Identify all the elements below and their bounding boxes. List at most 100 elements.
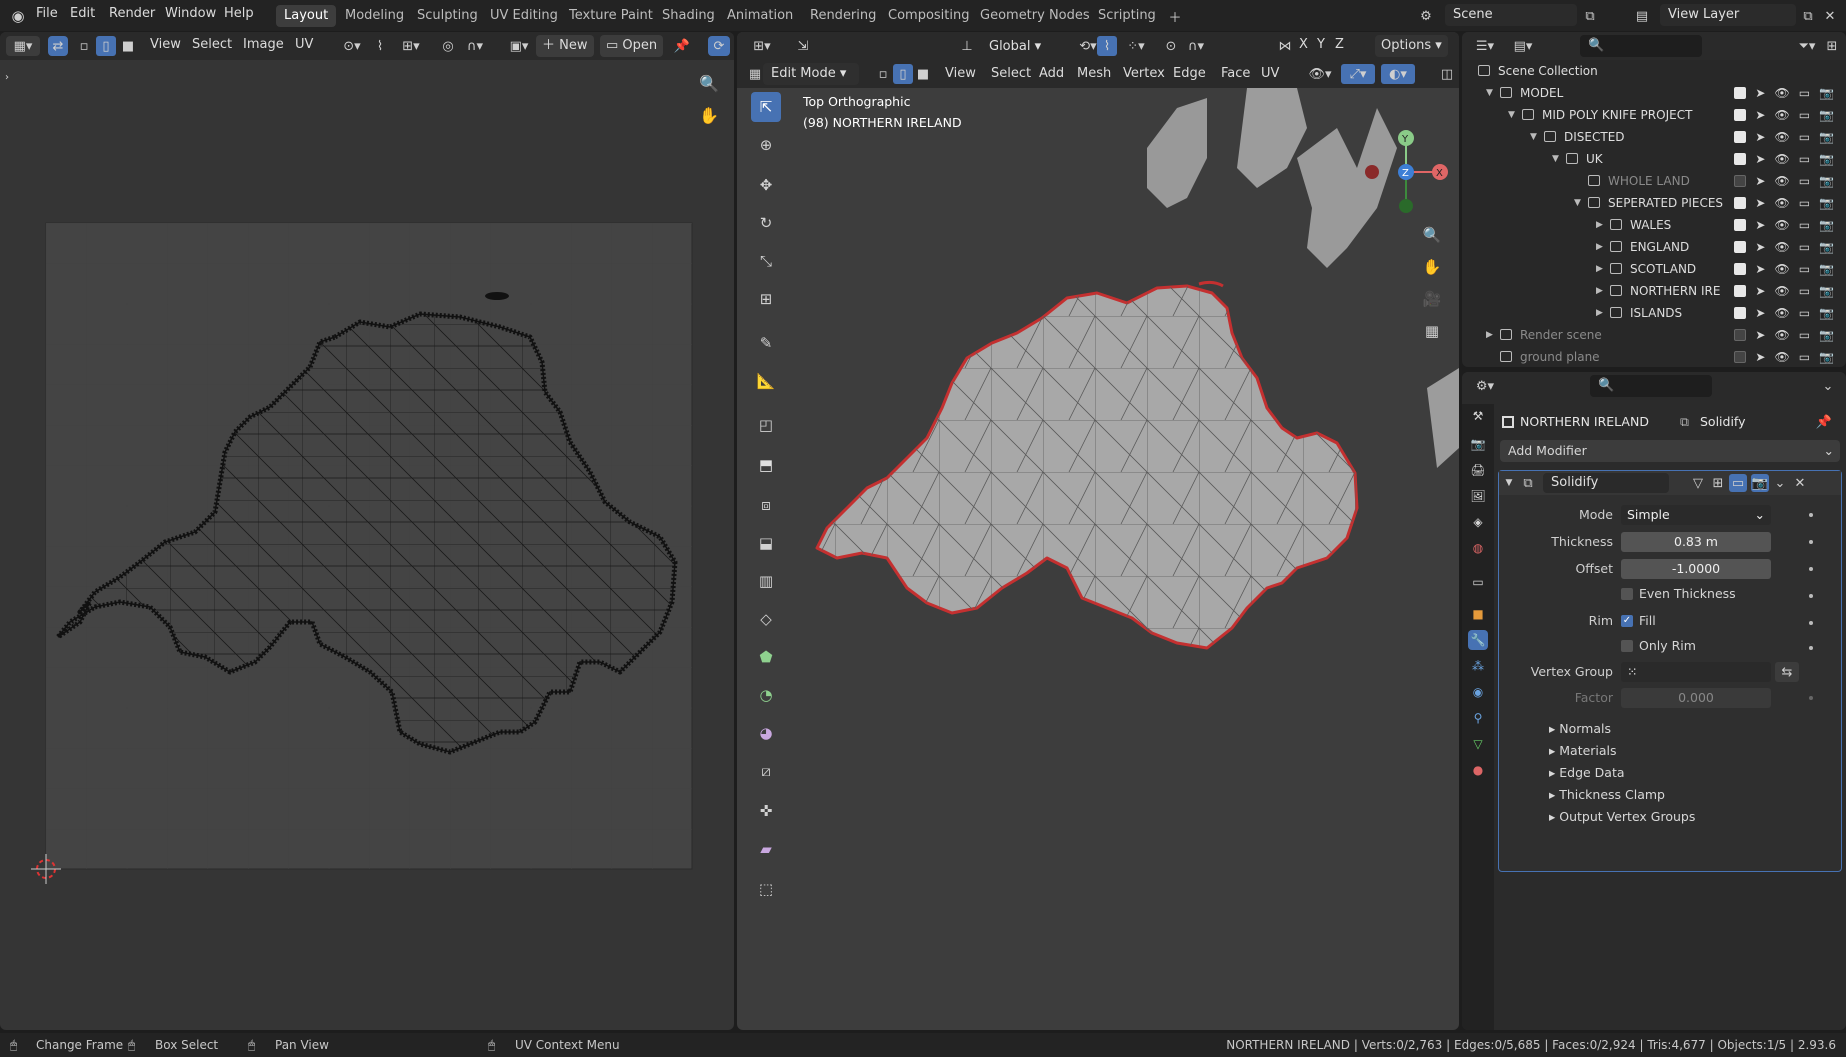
eye-icon[interactable]: 👁 (1774, 258, 1789, 280)
eye-icon[interactable]: 👁 (1774, 214, 1789, 236)
editor-type-icon[interactable]: ⚙▾ (1470, 376, 1500, 396)
visibility-icon[interactable]: 👁▾ (1303, 64, 1337, 84)
falloff-icon[interactable]: ∩▾ (1181, 36, 1211, 56)
outliner-row[interactable]: ▶ NORTHERN IRE ➤ 👁 ▭ 📷 (1462, 280, 1846, 302)
pan-hand-icon[interactable]: ✋ (1419, 254, 1445, 280)
mirror-axis-z[interactable]: Z (1335, 37, 1344, 52)
expand-toggle-icon[interactable]: ▼ (1530, 126, 1537, 148)
menu-help[interactable]: Help (224, 6, 254, 21)
orientation-icon[interactable]: ⊥ (957, 36, 977, 56)
uv-editor[interactable]: ▦▾ ⇄ ▫ ▯ ■ View Select Image UV ⊙▾ ⌇ ⊞▾ ◎ ∩… (0, 32, 734, 1030)
select-arrow-icon[interactable]: ➤ (1755, 214, 1765, 236)
expand-toggle-icon[interactable]: ▼ (1508, 104, 1515, 126)
outliner-row[interactable]: ground plane ➤ 👁 ▭ 📷 (1462, 346, 1846, 367)
keyframe-dot[interactable] (1809, 696, 1813, 700)
properties-editor[interactable]: ⚙▾ 🔍 ⌄ ⚒ 📷 🖨 🖼 ◈ ◍ ▭ ■ 🔧 ⁂ ◉ ⚲ ▽ ● NORTH… (1462, 372, 1846, 1030)
outliner-row[interactable]: WHOLE LAND ➤ 👁 ▭ 📷 (1462, 170, 1846, 192)
expand-toggle-icon[interactable]: ▶ (1596, 280, 1603, 302)
cursor-tool-icon[interactable]: ⊕ (751, 130, 781, 160)
monitor-icon[interactable]: ▭ (1799, 126, 1810, 148)
camera-icon[interactable]: 📷 (1819, 170, 1834, 192)
keyframe-dot[interactable] (1809, 540, 1813, 544)
workspace-tab-animation[interactable]: Animation (719, 5, 801, 27)
rotate-tool-icon[interactable]: ↻ (751, 208, 781, 238)
monitor-icon[interactable]: ▭ (1799, 302, 1810, 324)
monitor-icon[interactable]: ▭ (1799, 192, 1810, 214)
outliner-row[interactable]: ▶ SCOTLAND ➤ 👁 ▭ 📷 (1462, 258, 1846, 280)
select-arrow-icon[interactable]: ➤ (1755, 104, 1765, 126)
workspace-tab-geometry-nodes[interactable]: Geometry Nodes (972, 5, 1098, 27)
keyframe-dot[interactable] (1809, 646, 1813, 650)
new-view-layer-icon[interactable]: ⧉ (1798, 6, 1818, 26)
menu-file[interactable]: File (36, 6, 58, 21)
monitor-icon[interactable]: ▭ (1799, 324, 1810, 346)
outliner-row[interactable]: ▼ MODEL ➤ 👁 ▭ 📷 (1462, 82, 1846, 104)
select-arrow-icon[interactable]: ➤ (1755, 346, 1765, 367)
select-box-tool-icon[interactable]: ⇱ (751, 92, 781, 122)
expand-toggle-icon[interactable]: ▼ (1486, 82, 1493, 104)
eye-icon[interactable]: 👁 (1774, 82, 1789, 104)
camera-icon[interactable]: 📷 (1819, 148, 1834, 170)
offset-field[interactable]: -1.0000 (1621, 559, 1771, 579)
select-arrow-icon[interactable]: ➤ (1755, 170, 1765, 192)
only-rim-checkbox[interactable] (1621, 640, 1633, 652)
workspace-tab-scripting[interactable]: Scripting (1090, 5, 1164, 27)
camera-icon[interactable]: 📷 (1819, 82, 1834, 104)
expand-toggle-icon[interactable]: ▼ (1574, 192, 1581, 214)
render-tab-icon[interactable]: 📷 (1468, 434, 1488, 454)
output-tab-icon[interactable]: 🖨 (1468, 460, 1488, 480)
eye-icon[interactable]: 👁 (1774, 346, 1789, 367)
scene-selector[interactable]: Scene (1445, 4, 1577, 26)
monitor-icon[interactable]: ▭ (1799, 280, 1810, 302)
measure-tool-icon[interactable]: 📐 (751, 366, 781, 396)
camera-icon[interactable]: 📷 (1819, 302, 1834, 324)
scene-tab-icon[interactable]: ◈ (1468, 512, 1488, 532)
transform-tool-icon[interactable]: ⊞ (751, 284, 781, 314)
edge-select-icon[interactable]: ▯ (893, 64, 913, 84)
view-layer-tab-icon[interactable]: 🖼 (1468, 486, 1488, 506)
modifier-menu-icon[interactable]: ⌄ (1771, 474, 1789, 492)
editor-type-icon[interactable]: ☰▾ (1470, 36, 1500, 56)
exclude-checkbox[interactable] (1734, 263, 1747, 275)
uv-small-island[interactable] (485, 292, 509, 300)
viewport-canvas[interactable] (737, 88, 1459, 1030)
eye-icon[interactable]: 👁 (1774, 302, 1789, 324)
menu-render[interactable]: Render (109, 6, 155, 21)
scene-icon[interactable]: ⚙ (1414, 6, 1438, 26)
ortho-toggle-icon[interactable]: ▦ (1419, 318, 1445, 344)
eye-icon[interactable]: 👁 (1774, 104, 1789, 126)
edit-mode-toggle-icon[interactable]: ▽ (1689, 474, 1707, 492)
select-arrow-icon[interactable]: ➤ (1755, 192, 1765, 214)
expand-toggle-icon[interactable]: ▶ (1596, 236, 1603, 258)
add-workspace-icon[interactable]: ＋ (1165, 6, 1185, 26)
exclude-checkbox[interactable] (1734, 329, 1747, 341)
outliner-row[interactable]: ▼ UK ➤ 👁 ▭ 📷 (1462, 148, 1846, 170)
options-chevron-icon[interactable]: ⌄ (1818, 376, 1838, 396)
exclude-checkbox[interactable] (1734, 197, 1747, 209)
outliner-row[interactable]: ▶ ENGLAND ➤ 👁 ▭ 📷 (1462, 236, 1846, 258)
workspace-tab-rendering[interactable]: Rendering (802, 5, 884, 27)
xray-icon[interactable]: ◫ (1437, 64, 1457, 84)
navigation-gizmo[interactable]: Y X Z (1355, 94, 1455, 214)
move-tool-icon[interactable]: ✥ (751, 170, 781, 200)
editor-type-icon[interactable]: ⊞▾ (747, 36, 777, 56)
select-arrow-icon[interactable]: ➤ (1755, 82, 1765, 104)
material-tab-icon[interactable]: ● (1468, 760, 1488, 780)
keyframe-dot[interactable] (1809, 567, 1813, 571)
remove-view-layer-icon[interactable]: ✕ (1820, 6, 1840, 26)
outliner[interactable]: ☰▾ ▤▾ 🔍 ⏷▾ ⊞ Scene Collection ▼ MODEL ➤ 👁 ▭ 📷 ▼… (1462, 32, 1846, 367)
monitor-icon[interactable]: ▭ (1799, 104, 1810, 126)
eye-icon[interactable]: 👁 (1774, 324, 1789, 346)
collection-tab-icon[interactable]: ▭ (1468, 572, 1488, 592)
camera-icon[interactable]: 📷 (1819, 324, 1834, 346)
exclude-checkbox[interactable] (1734, 241, 1747, 253)
expand-toggle-icon[interactable]: ▶ (1486, 324, 1493, 346)
workspace-tab-sculpting[interactable]: Sculpting (409, 5, 486, 27)
exclude-checkbox[interactable] (1734, 175, 1747, 187)
edge-slide-tool-icon[interactable]: ⧄ (751, 756, 781, 786)
keyframe-dot[interactable] (1809, 513, 1813, 517)
camera-icon[interactable]: 📷 (1819, 236, 1834, 258)
exclude-checkbox[interactable] (1734, 307, 1747, 319)
monitor-icon[interactable]: ▭ (1799, 148, 1810, 170)
face-select-icon[interactable]: ■ (913, 64, 933, 84)
